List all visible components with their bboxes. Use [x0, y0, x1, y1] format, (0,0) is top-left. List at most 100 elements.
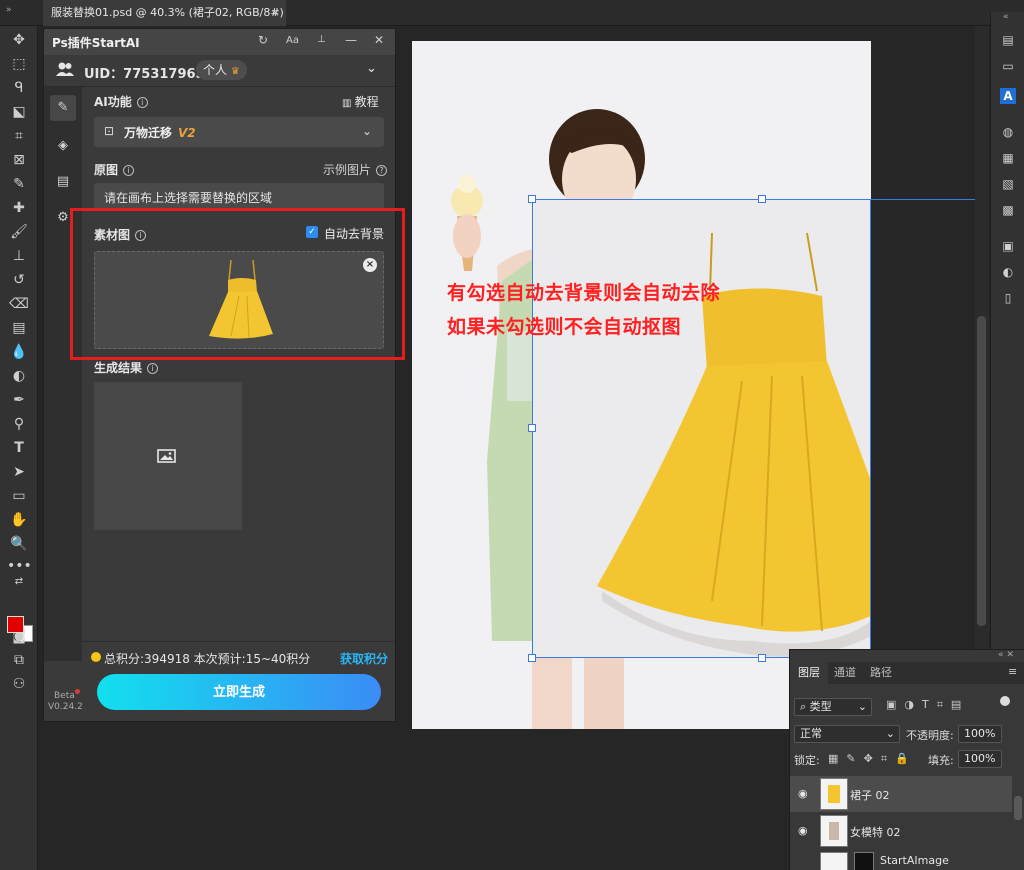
lasso-tool-icon[interactable]: ᑫ: [7, 78, 31, 98]
chevron-down-icon: ⌄: [361, 124, 372, 138]
foreground-color-swatch[interactable]: [7, 616, 24, 633]
panel-menu-icon[interactable]: ≡: [1008, 665, 1017, 678]
hand-tool-icon[interactable]: ✋: [7, 510, 31, 530]
get-points-link[interactable]: 获取积分: [340, 650, 388, 667]
eye-icon[interactable]: ◉: [798, 824, 808, 837]
history-icon[interactable]: ▤: [1000, 32, 1016, 48]
document-tab-title: 服装替换01.psd @ 40.3% (裙子02, RGB/8#) *: [51, 6, 286, 19]
close-icon[interactable]: ✕: [374, 33, 384, 47]
layer-name: 女模特 02: [850, 826, 901, 839]
layers-icon[interactable]: ◈: [53, 136, 73, 156]
eraser-tool-icon[interactable]: ⌫: [7, 294, 31, 314]
layers-panel: « ✕ 图层 通道 路径 ≡ ⌕ 类型 ⌄ ▣◑T⌗▤ 正常 ⌄ 不透明度: 100…: [789, 649, 1024, 870]
patterns-icon[interactable]: ▩: [1000, 202, 1016, 218]
fill-field[interactable]: 100%: [958, 750, 1002, 768]
eye-icon[interactable]: ◉: [798, 787, 808, 800]
tab-channels[interactable]: 通道: [826, 662, 864, 684]
layer-filter-icons[interactable]: ▣◑T⌗▤: [886, 698, 969, 712]
filter-type-select[interactable]: ⌕ 类型 ⌄: [794, 698, 872, 716]
result-label: 生成结果 i: [94, 359, 159, 376]
collapse-icon[interactable]: « ✕: [998, 650, 1014, 660]
account-row[interactable]: UID：775317965 个人 ♛ ⌄: [44, 55, 395, 87]
opacity-field[interactable]: 100%: [958, 725, 1002, 743]
brush-tool-icon[interactable]: 🖌: [7, 222, 31, 242]
crop-tool-icon[interactable]: ⌗: [7, 126, 31, 146]
healing-brush-icon[interactable]: ✚: [7, 198, 31, 218]
libraries-icon[interactable]: ▣: [1000, 238, 1016, 254]
plugin-shortcut-icon[interactable]: ⚇: [7, 674, 31, 694]
transform-handle[interactable]: [528, 195, 536, 203]
type-tool-icon[interactable]: T: [7, 438, 31, 458]
clipboard-icon[interactable]: ▤: [53, 172, 73, 192]
footer-divider: [82, 641, 395, 642]
frame-tool-icon[interactable]: ⊠: [7, 150, 31, 170]
layers-tabs: 图层 通道 路径 ≡: [790, 662, 1024, 684]
info-icon: i: [123, 165, 135, 176]
screen-mode-icon[interactable]: ⧉: [7, 650, 31, 670]
startai-plugin-panel: Ps插件StartAI ↻ Aa ⊥ — ✕ UID：775317965 个人 …: [43, 28, 396, 722]
selection-bounding-box[interactable]: [532, 199, 871, 658]
vertical-scrollbar[interactable]: [977, 316, 986, 626]
rectangle-tool-icon[interactable]: ▭: [7, 486, 31, 506]
pin-icon[interactable]: ⊥: [317, 34, 326, 45]
selection-bounding-box-edge: [871, 199, 975, 200]
transform-handle[interactable]: [758, 654, 766, 662]
pen-anchor-icon[interactable]: ⚲: [7, 414, 31, 434]
font-size-icon[interactable]: Aa: [286, 35, 299, 46]
layers-scrollbar[interactable]: [1014, 796, 1022, 820]
comment-icon[interactable]: ▭: [1000, 58, 1016, 74]
history-brush-icon[interactable]: ↺: [7, 270, 31, 290]
original-region-field[interactable]: 请在画布上选择需要替换的区域: [94, 183, 384, 211]
dodge-tool-icon[interactable]: ◐: [7, 366, 31, 386]
lock-icons[interactable]: ▦✎✥⌗🔒: [828, 752, 917, 766]
transform-handle[interactable]: [528, 424, 536, 432]
layer-row[interactable]: ◉ 裙子 02: [790, 776, 1012, 812]
clone-stamp-icon[interactable]: ⊥: [7, 246, 31, 266]
version-label: V0.24.2: [48, 702, 83, 712]
move-tool-icon[interactable]: ✥: [7, 30, 31, 50]
color-palette-icon[interactable]: ◍: [1000, 124, 1016, 140]
minimize-icon[interactable]: —: [345, 33, 357, 47]
close-tab-icon[interactable]: ×: [271, 0, 280, 26]
result-preview[interactable]: [94, 382, 242, 530]
transform-handle[interactable]: [528, 654, 536, 662]
tab-layers[interactable]: 图层: [790, 662, 828, 684]
swap-colors-icon[interactable]: ⇄: [7, 572, 31, 592]
tab-paths[interactable]: 路径: [862, 662, 900, 684]
account-type-badge: 个人 ♛: [196, 60, 247, 80]
gradients-icon[interactable]: ▧: [1000, 176, 1016, 192]
example-image-link[interactable]: 示例图片?: [323, 161, 388, 178]
collapse-icon[interactable]: «: [1003, 12, 1009, 22]
document-tab[interactable]: 服装替换01.psd @ 40.3% (裙子02, RGB/8#) * ×: [43, 0, 286, 26]
layer-row[interactable]: StartAImage: [790, 850, 1012, 870]
filter-toggle-icon[interactable]: [1000, 696, 1010, 706]
blur-tool-icon[interactable]: 💧: [7, 342, 31, 362]
object-select-tool-icon[interactable]: ⬕: [7, 102, 31, 122]
chevron-down-icon[interactable]: ⌄: [366, 61, 377, 76]
edit-icon[interactable]: ✎: [53, 98, 73, 118]
pen-tool-icon[interactable]: ✒: [7, 390, 31, 410]
transfer-icon: ⊡: [104, 124, 115, 138]
lock-label: 锁定:: [794, 754, 820, 767]
swatches-icon[interactable]: ▦: [1000, 150, 1016, 166]
transform-handle[interactable]: [758, 195, 766, 203]
function-select[interactable]: ⊡ 万物迁移 V2 ⌄: [94, 117, 384, 147]
panel-collapse-icon[interactable]: »: [6, 5, 12, 15]
generate-button[interactable]: 立即生成: [97, 674, 381, 710]
opacity-label: 不透明度:: [906, 729, 954, 742]
gradient-tool-icon[interactable]: ▤: [7, 318, 31, 338]
refresh-icon[interactable]: ↻: [258, 33, 268, 47]
zoom-tool-icon[interactable]: 🔍: [7, 534, 31, 554]
layer-row[interactable]: ◉ 女模特 02: [790, 813, 1012, 849]
function-select-value: 万物迁移: [124, 126, 173, 140]
startai-icon[interactable]: A: [1000, 88, 1016, 104]
eyedropper-tool-icon[interactable]: ✎: [7, 174, 31, 194]
plugin-header: Ps插件StartAI ↻ Aa ⊥ — ✕: [44, 29, 395, 55]
layer-mask-thumbnail: [854, 852, 874, 870]
properties-icon[interactable]: ▯: [1000, 290, 1016, 306]
blend-mode-select[interactable]: 正常 ⌄: [794, 725, 900, 743]
adjustments-icon[interactable]: ◐: [1000, 264, 1016, 280]
path-select-icon[interactable]: ➤: [7, 462, 31, 482]
marquee-tool-icon[interactable]: ⬚: [7, 54, 31, 74]
tutorial-link[interactable]: ▥ 教程: [342, 93, 379, 110]
